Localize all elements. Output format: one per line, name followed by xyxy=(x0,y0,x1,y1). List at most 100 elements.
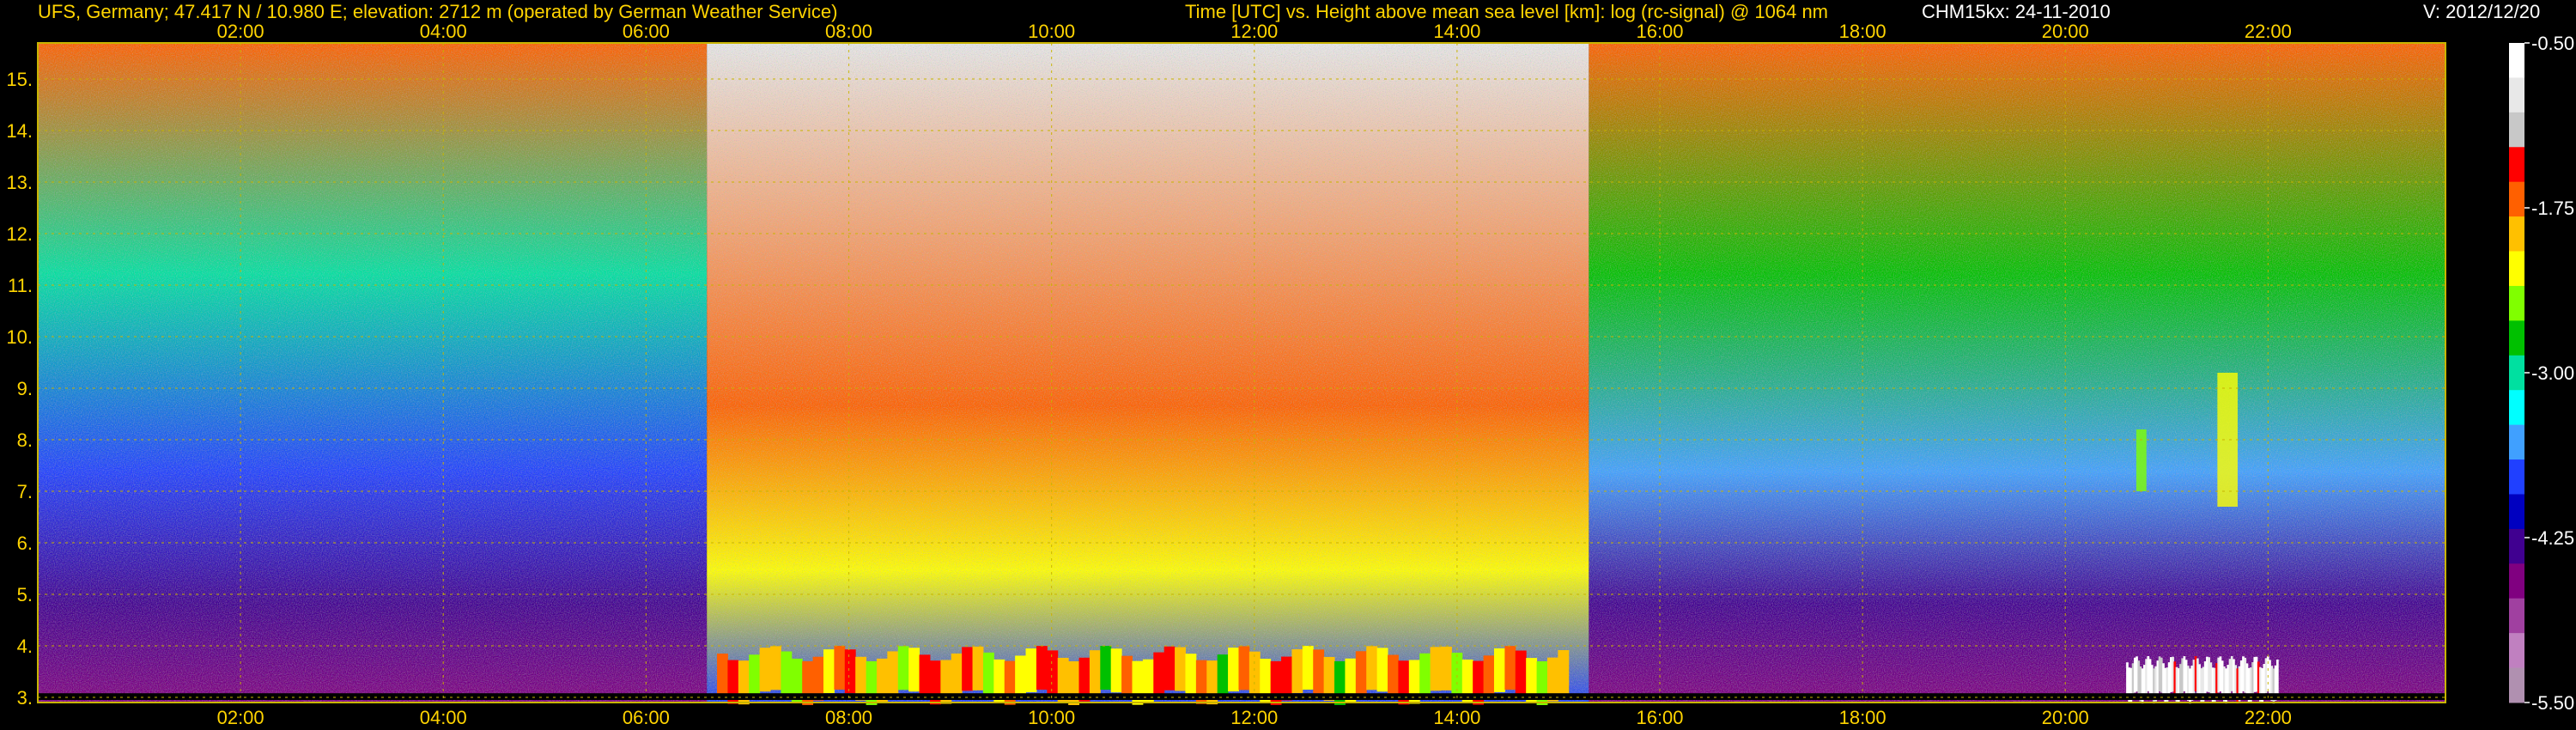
x-tick-label-bottom: 06:00 xyxy=(623,707,670,728)
boundary-layer-column xyxy=(759,648,771,692)
y-tick-label: 14. xyxy=(6,120,33,142)
boundary-layer-column xyxy=(962,647,974,691)
x-tick-label-top: 10:00 xyxy=(1028,21,1075,42)
colorbar-segment xyxy=(2509,77,2524,113)
colorbar-segment xyxy=(2509,598,2524,634)
colorbar-segment xyxy=(2509,320,2524,356)
colorbar-tick-label: -3.00 xyxy=(2531,362,2574,384)
ground-return xyxy=(38,693,2445,700)
colorbar-segment xyxy=(2509,285,2524,321)
boundary-layer-column xyxy=(1366,646,1378,690)
x-tick-label-top: 14:00 xyxy=(1433,21,1480,42)
x-tick-label-top: 22:00 xyxy=(2245,21,2292,42)
colorbar-tick-label: -1.75 xyxy=(2531,198,2574,219)
boundary-layer-column xyxy=(1419,653,1431,697)
colorbar-tick-label: -0.50 xyxy=(2531,33,2574,54)
y-tick-label: 7. xyxy=(17,481,33,502)
boundary-layer-column xyxy=(823,649,835,694)
colorbar-segment xyxy=(2509,563,2524,599)
boundary-layer-column xyxy=(1089,650,1101,695)
boundary-layer-column xyxy=(1504,646,1516,690)
x-axis-top: 02:00 04:00 06:00 08:00 10:00 12:00 14:00 16:00… xyxy=(217,21,2292,42)
x-tick-label-bottom: 16:00 xyxy=(1636,707,1683,728)
y-tick-label: 15. xyxy=(6,69,33,90)
boundary-layer-column xyxy=(2275,660,2279,695)
colorbar-segment xyxy=(2509,390,2524,426)
boundary-layer-column xyxy=(919,654,931,699)
boundary-layer-column xyxy=(887,651,899,696)
colorbar-segment xyxy=(2509,112,2524,148)
boundary-layer-column xyxy=(1025,648,1037,693)
boundary-layer-column xyxy=(1249,651,1261,696)
boundary-layer-column xyxy=(1493,648,1505,692)
colorbar-segment xyxy=(2509,181,2524,217)
boundary-layer-column xyxy=(908,648,920,692)
boundary-layer-column xyxy=(1238,646,1250,690)
colorbar-segment xyxy=(2509,147,2524,183)
boundary-layer-column xyxy=(1440,646,1452,690)
x-tick-label-bottom: 18:00 xyxy=(1839,707,1886,728)
boundary-layer-column xyxy=(1302,646,1314,690)
colorbar-segment xyxy=(2509,528,2524,564)
colorbar-segment xyxy=(2509,424,2524,460)
boundary-layer-column xyxy=(897,646,909,690)
boundary-layer-column xyxy=(972,646,984,690)
x-tick-label-top: 12:00 xyxy=(1230,21,1278,42)
colorbar-tick-label: -4.25 xyxy=(2531,527,2574,549)
boundary-layer-column xyxy=(1121,655,1133,700)
y-tick-label: 10. xyxy=(6,326,33,348)
noise-texture xyxy=(38,43,2445,703)
boundary-layer-column xyxy=(1430,647,1442,691)
y-tick-label: 8. xyxy=(17,429,33,451)
boundary-layer-column xyxy=(1047,650,1059,695)
y-tick-label: 3. xyxy=(17,687,33,709)
boundary-layer-column xyxy=(982,652,994,697)
boundary-layer-column xyxy=(1110,648,1122,693)
x-tick-label-top: 20:00 xyxy=(2042,21,2089,42)
y-tick-label: 11. xyxy=(8,275,33,296)
boundary-layer-column xyxy=(1228,648,1239,692)
boundary-layer-column xyxy=(834,646,846,690)
x-tick-label-bottom: 20:00 xyxy=(2042,707,2089,728)
boundary-layer-column xyxy=(1175,647,1186,691)
boundary-layer-column xyxy=(1015,655,1027,700)
boundary-layer-column xyxy=(1388,654,1399,699)
x-tick-label-top: 16:00 xyxy=(1636,21,1683,42)
y-tick-label: 4. xyxy=(17,636,33,657)
colorbar-segment xyxy=(2509,667,2524,703)
colorbar-segment xyxy=(2509,633,2524,669)
x-tick-label-bottom: 14:00 xyxy=(1433,707,1480,728)
x-tick-label-top: 04:00 xyxy=(420,21,467,42)
ceilometer-heatmap: 02:00 04:00 06:00 08:00 10:00 12:00 14:00 16:00… xyxy=(6,21,2574,728)
colorbar-tick-label: -5.50 xyxy=(2531,692,2574,714)
x-tick-label-bottom: 22:00 xyxy=(2245,707,2292,728)
x-tick-label-bottom: 02:00 xyxy=(217,707,264,728)
y-tick-label: 6. xyxy=(17,532,33,554)
cloud-streak xyxy=(2136,429,2147,491)
boundary-layer-column xyxy=(1515,650,1527,695)
y-tick-label: 5. xyxy=(17,584,33,605)
boundary-layer-column xyxy=(1036,646,1048,690)
boundary-layer-column xyxy=(1376,648,1388,692)
y-tick-label: 12. xyxy=(6,223,33,245)
boundary-layer-column xyxy=(770,646,781,690)
x-tick-label-bottom: 12:00 xyxy=(1230,707,1278,728)
boundary-layer-column xyxy=(717,654,728,697)
x-tick-label-top: 18:00 xyxy=(1839,21,1886,42)
boundary-layer-column xyxy=(1313,649,1325,694)
cloud-streak xyxy=(2217,373,2238,507)
y-tick-label: 13. xyxy=(6,172,33,193)
x-tick-label-top: 06:00 xyxy=(623,21,670,42)
boundary-layer-column xyxy=(951,653,963,697)
boundary-layer-column xyxy=(1291,648,1303,693)
signal-noise-overlay xyxy=(38,43,2445,703)
x-tick-label-top: 08:00 xyxy=(825,21,872,42)
boundary-layer-column xyxy=(1558,650,1570,695)
boundary-layer-column xyxy=(781,651,793,696)
colorbar-segment xyxy=(2509,459,2524,495)
x-tick-label-bottom: 10:00 xyxy=(1028,707,1075,728)
colorbar: -0.50 -1.75 -3.00 -4.25 -5.50 xyxy=(2509,33,2574,714)
x-tick-label-bottom: 08:00 xyxy=(825,707,872,728)
boundary-layer-column xyxy=(1185,654,1197,698)
colorbar-segment xyxy=(2509,251,2524,287)
